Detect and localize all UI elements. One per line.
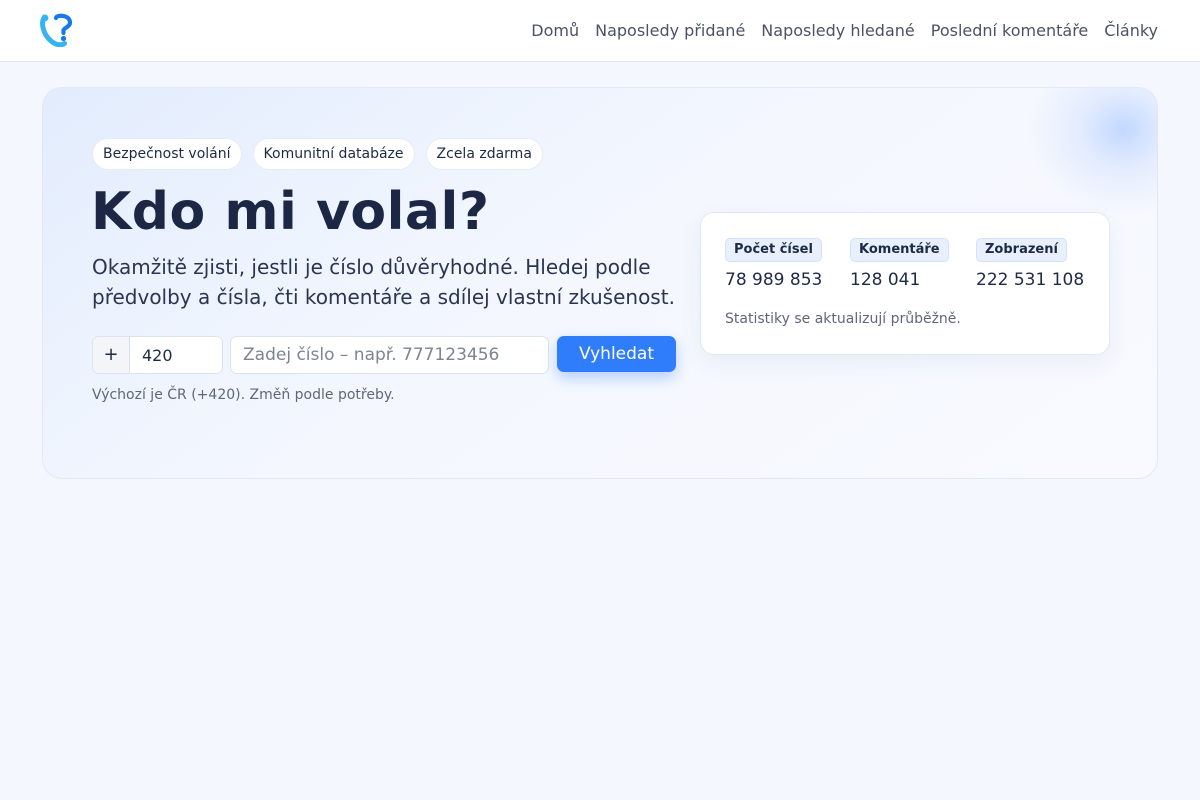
stats-note: Statistiky se aktualizují průběžně. <box>725 311 961 327</box>
stat-label: Počet čísel <box>725 238 822 262</box>
chip-call-safety: Bezpečnost volání <box>92 138 242 170</box>
navbar: Domů Naposledy přidané Naposledy hledané… <box>0 0 1200 62</box>
chip-community-database: Komunitní databáze <box>252 138 415 170</box>
nav-link-recently-searched[interactable]: Naposledy hledané <box>761 21 914 40</box>
nav-link-recently-added[interactable]: Naposledy přidané <box>595 21 745 40</box>
feature-chips: Bezpečnost volání Komunitní databáze Zce… <box>92 138 543 170</box>
nav-link-articles[interactable]: Články <box>1104 21 1158 40</box>
stat-value: 222 531 108 <box>976 270 1085 290</box>
chip-free: Zcela zdarma <box>425 138 543 170</box>
stat-value: 128 041 <box>850 270 921 290</box>
prefix-plus-addon: + <box>93 337 130 373</box>
phone-number-input[interactable] <box>230 336 549 374</box>
main-nav: Domů Naposledy přidané Naposledy hledané… <box>531 0 1158 61</box>
stat-views-count: Zobrazení 222 531 108 <box>976 238 1084 290</box>
stat-value: 78 989 853 <box>725 270 823 290</box>
page-subtitle: Okamžitě zjisti, jestli je číslo důvěryh… <box>92 255 675 309</box>
nav-link-latest-comments[interactable]: Poslední komentáře <box>931 21 1089 40</box>
hero-section: Bezpečnost volání Komunitní databáze Zce… <box>42 87 1158 479</box>
stat-label: Komentáře <box>850 238 949 262</box>
stat-label: Zobrazení <box>976 238 1067 262</box>
country-prefix-input[interactable] <box>130 337 222 373</box>
phone-question-icon[interactable] <box>40 13 74 48</box>
stat-comments-count: Komentáře 128 041 <box>850 238 949 290</box>
search-button[interactable]: Vyhledat <box>557 336 676 372</box>
page-title: Kdo mi volal? <box>91 182 490 242</box>
stats-card: Počet čísel 78 989 853 Komentáře 128 041… <box>700 212 1110 355</box>
country-prefix-group: + <box>92 336 223 374</box>
prefix-hint: Výchozí je ČR (+420). Změň podle potřeby… <box>92 387 395 403</box>
stat-numbers-count: Počet čísel 78 989 853 <box>725 238 822 290</box>
nav-link-home[interactable]: Domů <box>531 21 579 40</box>
